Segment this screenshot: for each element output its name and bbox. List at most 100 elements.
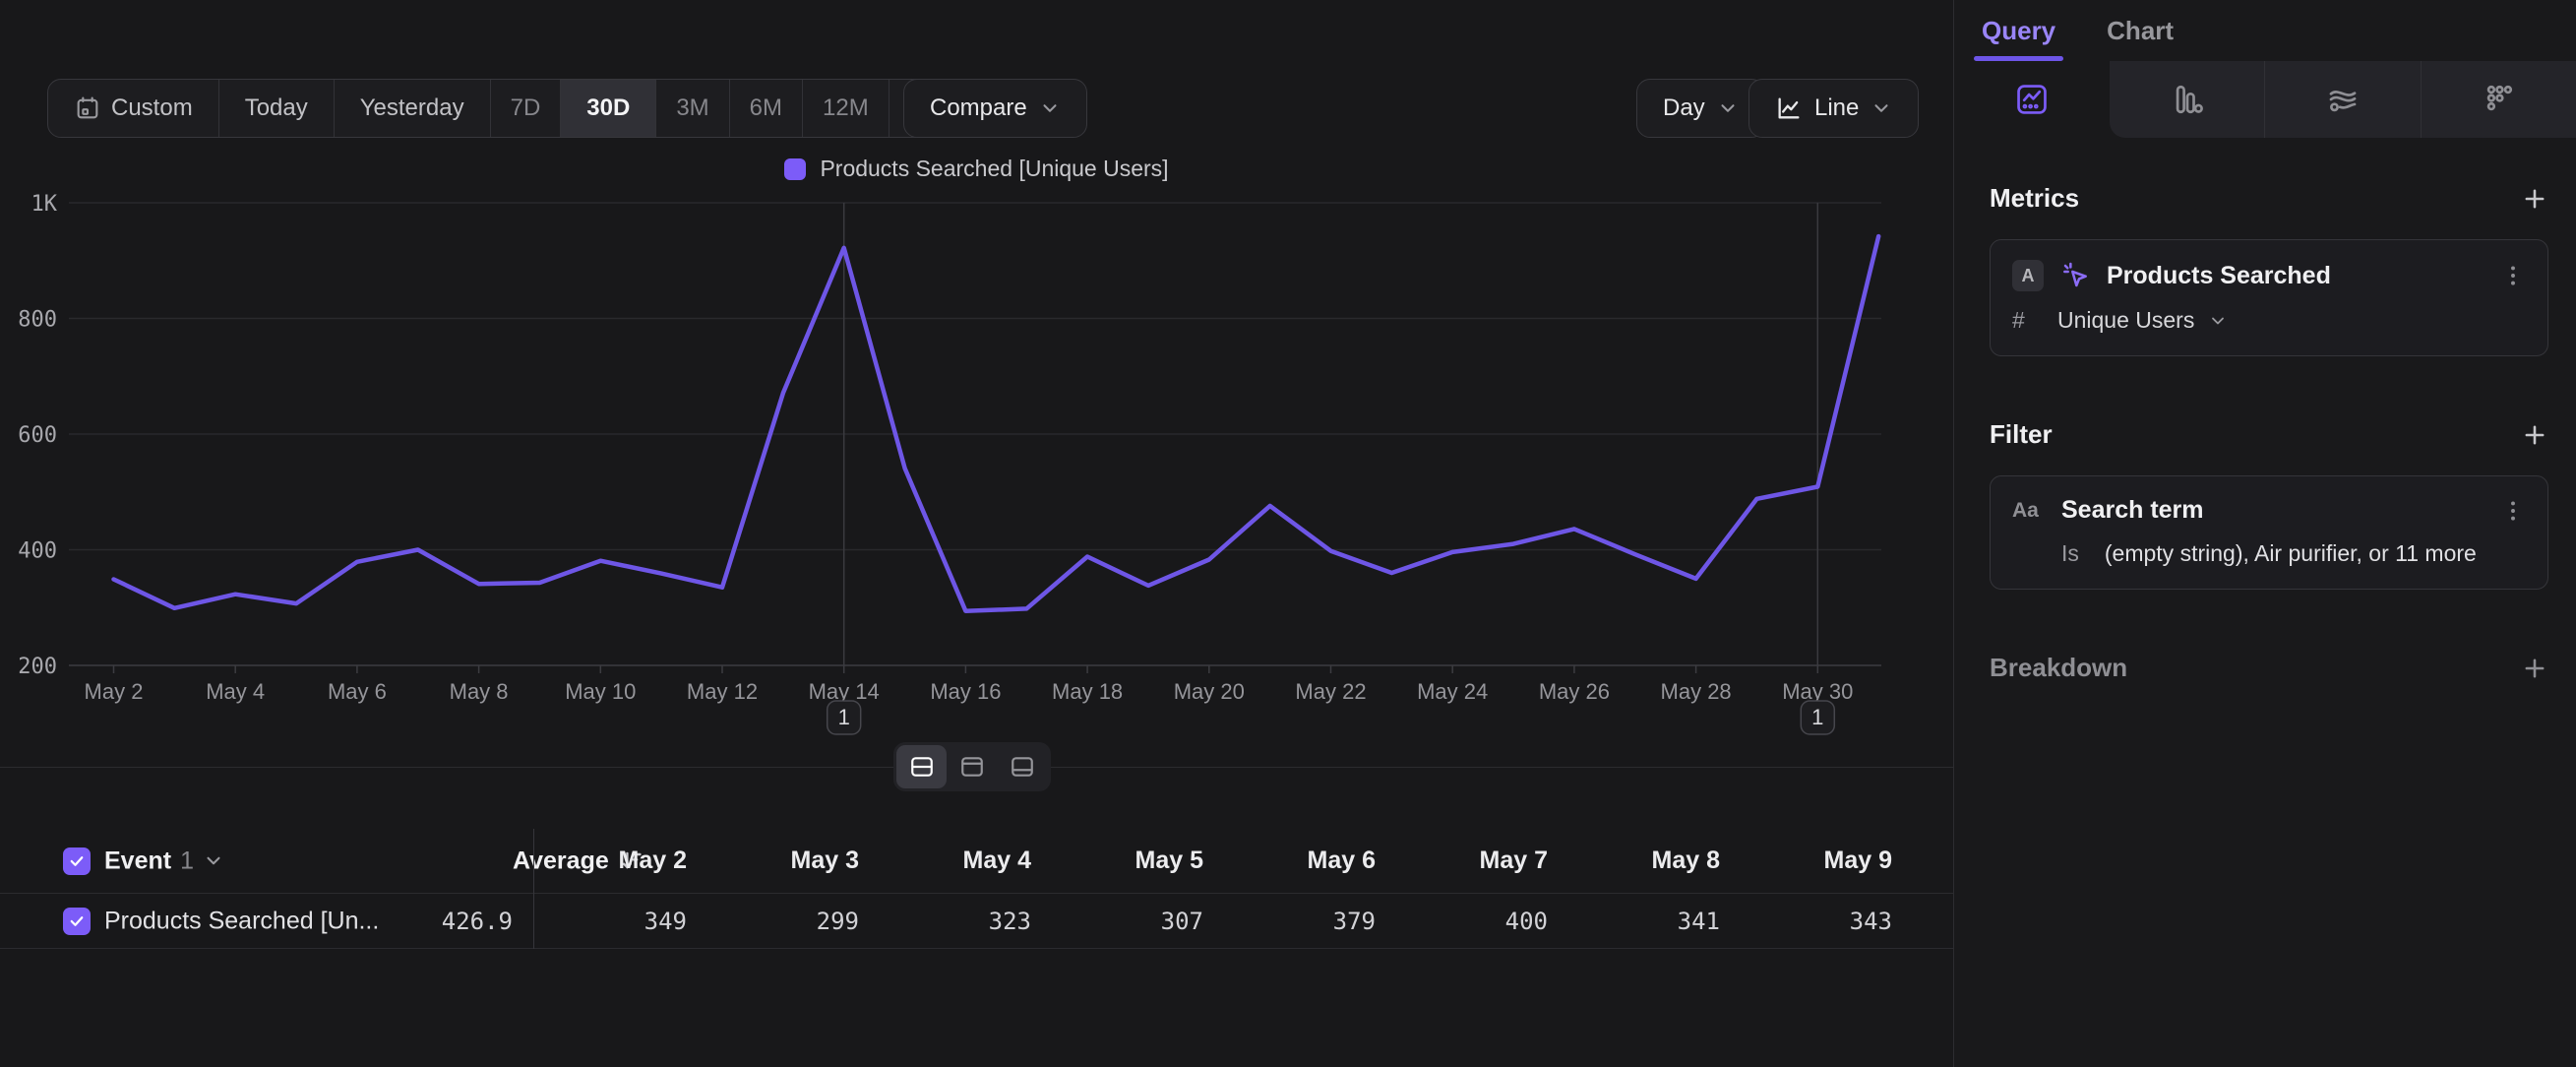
x-axis-label: May 2 [85,679,144,704]
date-cell-value: 379 [1203,894,1376,948]
metric-measure-row[interactable]: # Unique Users [2012,307,2526,334]
date-cell-value: 323 [859,894,1031,948]
add-filter-icon[interactable] [2521,421,2548,449]
filter-operator: Is [2061,540,2079,567]
flows-icon [2326,83,2360,116]
y-axis-label: 400 [18,539,57,564]
metrics-heading: Metrics [1990,183,2079,214]
measure-label: Unique Users [2057,307,2194,334]
panel-tab-bar: Query Chart [1954,0,2576,61]
breakdown-section-header: Breakdown [1990,653,2548,683]
date-column-header[interactable]: May 7 [1376,829,1548,893]
date-column-header[interactable]: May 9 [1720,829,1892,893]
filter-property-name: Search term [2061,496,2484,525]
date-cell-value: 343 [1720,894,1892,948]
date-column-header[interactable]: May 3 [687,829,859,893]
event-label: Event [104,847,171,875]
split-view-icon [907,754,937,780]
annotation-badge-label: 1 [838,705,850,729]
event-row-average: 426.9 [295,908,513,935]
tab-query[interactable]: Query [1982,0,2055,61]
tab-chart[interactable]: Chart [2107,0,2174,61]
view-layout-toggle [893,742,1051,791]
y-axis-label: 600 [18,423,57,448]
filter-card[interactable]: Aa Search term Is (empty string), Air pu… [1990,475,2548,590]
event-select-all-checkbox[interactable] [63,847,91,875]
metric-card-header: A Products Searched [2012,260,2526,291]
metric-name: Products Searched [2107,262,2484,290]
tab-flows[interactable] [2264,61,2420,138]
event-column-header[interactable]: Event 1 [104,847,224,875]
filter-condition-row[interactable]: Is (empty string), Air purifier, or 11 m… [2061,540,2526,567]
event-cursor-icon [2059,260,2091,291]
report-type-tabs [1954,61,2576,138]
kebab-menu-icon[interactable] [2500,498,2526,524]
filter-card-header: Aa Search term [2012,496,2526,525]
date-cell-value: 299 [687,894,859,948]
retention-dots-icon [2482,83,2515,116]
x-axis-label: May 26 [1539,679,1610,704]
tab-insights[interactable] [1954,61,2110,138]
x-axis-label: May 10 [565,679,636,704]
x-axis-label: May 28 [1661,679,1732,704]
add-breakdown-icon[interactable] [2521,655,2548,682]
annotation-badge-label: 1 [1811,705,1823,729]
x-axis-label: May 16 [930,679,1001,704]
date-column-header[interactable]: May 2 [515,829,687,893]
x-axis-label: May 20 [1174,679,1245,704]
breakdown-heading: Breakdown [1990,653,2127,683]
chart-view-button[interactable] [947,745,997,788]
chevron-down-icon [203,850,224,872]
y-axis-label: 800 [18,308,57,333]
analytics-app: CustomTodayYesterday7D30D3M6M12MXTD Comp… [0,0,2576,1067]
date-column-values: 349299323307379400341343 [515,894,1892,948]
date-cell-value: 400 [1376,894,1548,948]
x-axis-label: May 18 [1052,679,1123,704]
funnel-bars-icon [2171,83,2204,116]
y-axis-label: 1K [31,192,58,217]
line-chart[interactable]: 200 400 600 800 1K May 2 May 4 May 6 May 8 May 10… [0,0,1953,763]
query-builder: Metrics A Products Searched # [1954,138,2576,683]
table-view-button[interactable] [998,745,1048,788]
tab-funnels[interactable] [2110,61,2264,138]
x-axis-label: May 22 [1295,679,1366,704]
x-axis-label: May 12 [687,679,758,704]
chevron-down-icon [2208,311,2228,331]
kebab-menu-icon[interactable] [2500,263,2526,288]
check-icon [68,912,86,930]
add-metric-icon[interactable] [2521,185,2548,213]
table-view-icon [1008,754,1037,780]
event-count: 1 [180,847,194,875]
series-line[interactable] [114,236,1879,611]
chart-view-icon [957,754,987,780]
event-row-checkbox[interactable] [63,908,91,935]
date-cell-value: 349 [515,894,687,948]
table-row[interactable]: Products Searched [Un... 426.9 349299323… [0,894,1953,949]
main-report-area: CustomTodayYesterday7D30D3M6M12MXTD Comp… [0,0,1953,1067]
date-cell-value: 307 [1031,894,1203,948]
date-column-headers: May 2May 3May 4May 5May 6May 7May 8May 9 [515,829,1892,893]
y-axis-label: 200 [18,655,57,679]
split-view-button[interactable] [896,745,947,788]
string-property-icon: Aa [2012,499,2046,523]
date-column-header[interactable]: May 8 [1548,829,1720,893]
filter-heading: Filter [1990,419,2053,450]
x-axis-label: May 4 [206,679,265,704]
date-column-header[interactable]: May 6 [1203,829,1376,893]
date-column-header[interactable]: May 4 [859,829,1031,893]
metric-letter-badge: A [2012,260,2044,291]
table-column-divider [533,829,534,949]
report-type-tabs-group [2110,61,2576,138]
measure-type-icon: # [2012,307,2044,334]
query-panel: Query Chart [1953,0,2576,1067]
check-icon [68,852,86,870]
tab-retention[interactable] [2421,61,2576,138]
metrics-section-header: Metrics [1990,183,2548,214]
metric-card[interactable]: A Products Searched # Unique Users [1990,239,2548,356]
x-axis-label: May 8 [450,679,509,704]
date-column-header[interactable]: May 5 [1031,829,1203,893]
filter-section-header: Filter [1990,419,2548,450]
filter-values: (empty string), Air purifier, or 11 more [2105,540,2477,567]
x-axis-label: May 6 [328,679,387,704]
date-cell-value: 341 [1548,894,1720,948]
